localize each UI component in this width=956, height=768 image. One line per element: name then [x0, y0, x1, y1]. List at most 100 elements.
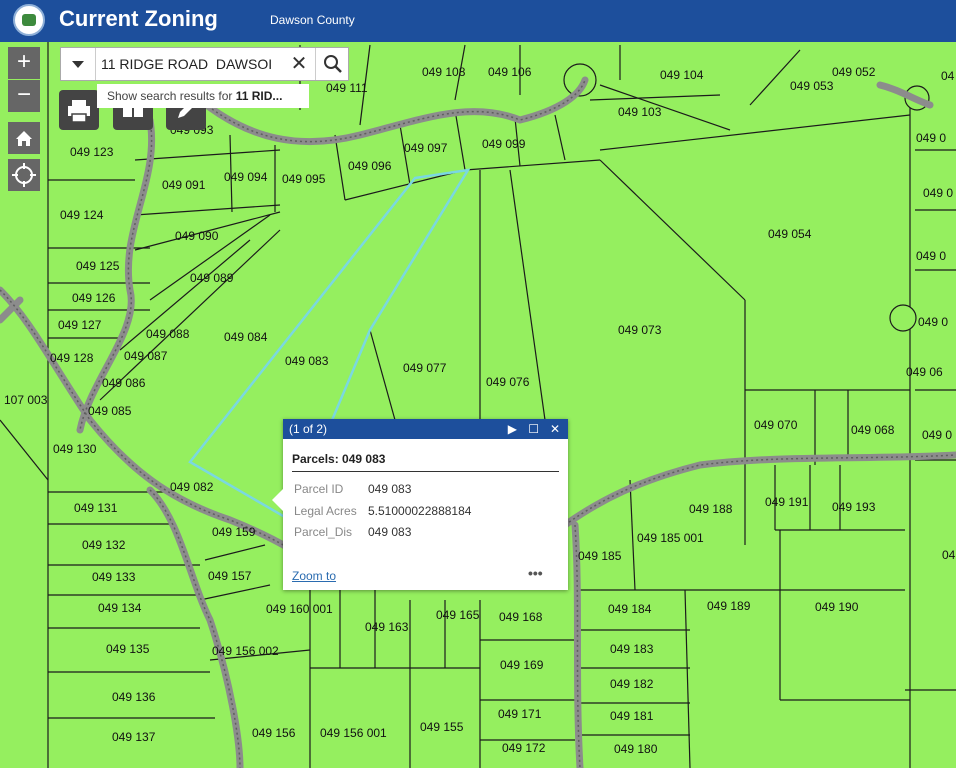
parcel-label: 049 087 [124, 349, 168, 363]
popup-header: (1 of 2) ▶ ☐ ✕ [283, 419, 568, 439]
field-value: 5.51000022888184 [368, 504, 472, 518]
parcel-label: 049 06 [906, 365, 943, 379]
parcel-label: 049 088 [146, 327, 190, 341]
parcel-label: 049 156 001 [320, 726, 387, 740]
parcel-label: 049 128 [50, 351, 94, 365]
popup-pointer [272, 489, 283, 511]
locate-button[interactable] [8, 159, 40, 191]
parcel-label: 049 156 [252, 726, 296, 740]
parcel-label: 049 111 [326, 81, 368, 95]
parcel-label: 049 163 [365, 620, 409, 634]
parcel-label: 049 052 [832, 65, 876, 79]
popup-counter: (1 of 2) [289, 422, 328, 436]
parcel-label: 049 156 002 [212, 644, 279, 658]
parcel-label: 049 0 [916, 131, 946, 145]
parcel-label: 049 077 [403, 361, 447, 375]
close-icon[interactable]: ✕ [546, 419, 564, 439]
parcel-label: 049 108 [422, 65, 466, 79]
parcel-label: 049 104 [660, 68, 704, 82]
parcel-label: 049 082 [170, 480, 214, 494]
parcel-label: 049 137 [112, 730, 156, 744]
printer-icon [68, 100, 90, 123]
parcel-label: 049 068 [851, 423, 895, 437]
parcel-label: 049 091 [162, 178, 206, 192]
clear-search-button[interactable]: ✕ [287, 51, 311, 77]
popup-divider [292, 471, 559, 472]
field-row: Legal Acres 5.51000022888184 [294, 504, 471, 518]
more-options-button[interactable]: ••• [528, 565, 543, 581]
parcel-label: 049 124 [60, 208, 104, 222]
parcel-label: 049 123 [70, 145, 114, 159]
parcel-label: 049 127 [58, 318, 102, 332]
parcel-label: 049 190 [815, 600, 859, 614]
parcel-label: 049 089 [190, 271, 234, 285]
parcel-label: 049 181 [610, 709, 654, 723]
parcel-label: 049 185 [578, 549, 622, 563]
parcel-popup: (1 of 2) ▶ ☐ ✕ Parcels: 049 083 Parcel I… [272, 419, 568, 590]
parcel-label: 049 155 [420, 720, 464, 734]
parcel-label: 049 131 [74, 501, 118, 515]
crosshair-icon [12, 163, 36, 187]
parcel-label: 049 165 [436, 608, 480, 622]
parcel-label: 049 106 [488, 65, 532, 79]
parcel-label: 049 090 [175, 229, 219, 243]
parcel-label: 049 169 [500, 658, 544, 672]
field-row: Parcel_Dis 049 083 [294, 525, 411, 539]
parcel-label: 049 0 [916, 249, 946, 263]
app-subtitle: Dawson County [270, 13, 355, 27]
zoom-out-button[interactable]: − [8, 80, 40, 112]
search-suggestion[interactable]: Show search results for 11 RID... [97, 84, 309, 108]
app-header: Current Zoning Dawson County [0, 0, 956, 42]
parcel-label: 049 076 [486, 375, 530, 389]
parcel-label: 049 159 [212, 525, 256, 539]
county-seal-logo [13, 4, 45, 36]
parcel-label: 049 073 [618, 323, 662, 337]
parcel-label: 049 184 [608, 602, 652, 616]
maximize-icon[interactable]: ☐ [525, 419, 543, 439]
suggestion-term: 11 RID... [235, 89, 283, 103]
parcel-label: 049 135 [106, 642, 150, 656]
field-key: Legal Acres [294, 504, 357, 518]
parcel-label: 049 172 [502, 741, 546, 755]
popup-title: Parcels: 049 083 [292, 452, 386, 466]
parcel-label: 04 [941, 69, 955, 83]
parcel-label: 049 095 [282, 172, 326, 186]
parcel-label: 049 189 [707, 599, 751, 613]
parcel-label: 049 182 [610, 677, 654, 691]
field-value: 049 083 [368, 525, 412, 539]
parcel-label: 049 097 [404, 141, 448, 155]
parcel-label: 049 084 [224, 330, 268, 344]
parcel-label: 049 0 [922, 428, 952, 442]
parcel-label: 049 171 [498, 707, 542, 721]
map-view[interactable]: 049 108 049 106 049 104 049 052 049 053 049 1… [0, 42, 956, 768]
print-button[interactable] [59, 90, 99, 130]
parcel-label: 049 136 [112, 690, 156, 704]
parcel-label: 049 157 [208, 569, 252, 583]
search-icon [324, 55, 342, 73]
parcel-label: 049 054 [768, 227, 812, 241]
parcel-label: 049 188 [689, 502, 733, 516]
field-key: Parcel ID [294, 482, 344, 496]
search-source-dropdown[interactable] [61, 48, 96, 80]
parcel-label: 049 133 [92, 570, 136, 584]
parcel-label: 049 130 [53, 442, 97, 456]
search-input[interactable] [101, 53, 279, 75]
home-button[interactable] [8, 122, 40, 154]
home-icon [16, 131, 32, 146]
search-widget: ✕ [60, 47, 349, 81]
parcel-layer[interactable]: 049 108 049 106 049 104 049 052049 053 049 1… [0, 42, 956, 768]
suggestion-prefix: Show search results for [107, 89, 236, 103]
field-row: Parcel ID 049 083 [294, 482, 411, 496]
field-key: Parcel_Dis [294, 525, 353, 539]
parcel-label: 049 096 [348, 159, 392, 173]
parcel-label: 04 [942, 548, 956, 562]
parcel-label: 049 125 [76, 259, 120, 273]
next-feature-icon[interactable]: ▶ [503, 419, 521, 439]
parcel-label: 049 085 [88, 404, 132, 418]
app-title: Current Zoning [59, 6, 218, 31]
zoom-to-link[interactable]: Zoom to [292, 569, 336, 583]
zoom-in-button[interactable]: + [8, 47, 40, 79]
parcel-label: 107 003 [4, 393, 48, 407]
parcel-label: 049 126 [72, 291, 116, 305]
search-button[interactable] [315, 48, 350, 80]
